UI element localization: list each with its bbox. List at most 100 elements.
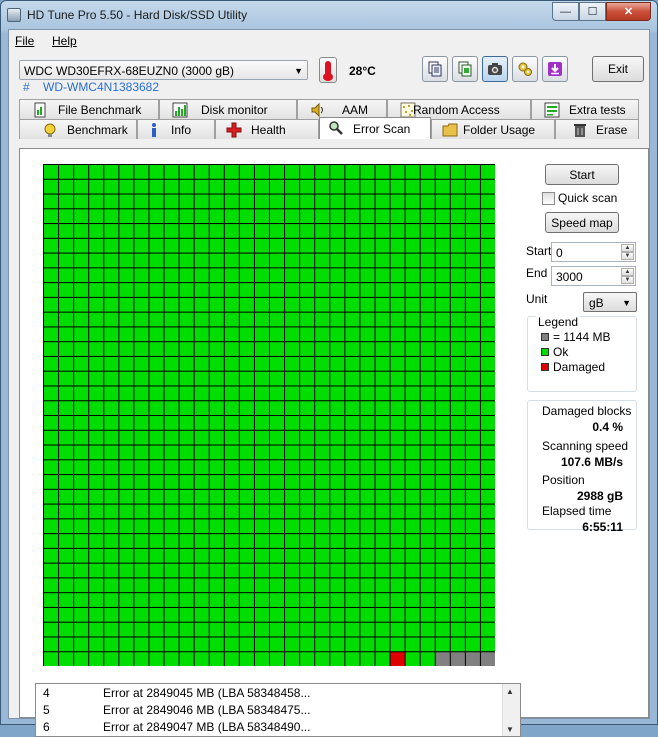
tab-folder-usage[interactable]: Folder Usage bbox=[431, 119, 555, 139]
spin-down-icon[interactable]: ▼ bbox=[621, 276, 634, 284]
block-ok bbox=[194, 297, 209, 312]
client-area: File Help WDC WD30EFRX-68EUZN0 (3000 gB)… bbox=[8, 29, 650, 737]
block-ok bbox=[74, 342, 89, 356]
block-ok bbox=[239, 371, 254, 386]
tab-benchmark[interactable]: Benchmark bbox=[19, 119, 137, 139]
exit-button[interactable]: Exit bbox=[592, 56, 644, 82]
quick-scan-checkbox[interactable] bbox=[542, 192, 555, 205]
block-ok bbox=[360, 209, 375, 224]
block-ok bbox=[450, 416, 465, 430]
block-ok bbox=[480, 504, 495, 519]
block-ok bbox=[390, 297, 405, 312]
settings-button[interactable] bbox=[512, 56, 538, 82]
block-ok bbox=[134, 371, 149, 386]
speed-map-button[interactable]: Speed map bbox=[545, 212, 619, 233]
block-ok bbox=[119, 607, 134, 622]
block-ok bbox=[390, 283, 405, 297]
block-ok bbox=[164, 297, 179, 312]
tab-disk-monitor[interactable]: Disk monitor bbox=[159, 99, 297, 119]
menu-help[interactable]: Help bbox=[52, 34, 77, 48]
block-ok bbox=[285, 253, 300, 268]
block-ok bbox=[44, 534, 59, 548]
start-spinbox[interactable]: 0 ▲ ▼ bbox=[551, 242, 636, 262]
block-ok bbox=[209, 165, 224, 179]
block-ok bbox=[179, 194, 194, 209]
block-ok bbox=[224, 342, 239, 356]
block-ok bbox=[194, 283, 209, 297]
block-ok bbox=[390, 194, 405, 209]
spin-up-icon[interactable]: ▲ bbox=[621, 244, 634, 252]
scroll-down-icon[interactable]: ▼ bbox=[506, 725, 514, 734]
block-ok bbox=[360, 622, 375, 637]
block-ok bbox=[420, 327, 435, 342]
spin-up-icon[interactable]: ▲ bbox=[621, 268, 634, 276]
block-ok bbox=[405, 179, 420, 194]
drive-select[interactable]: WDC WD30EFRX-68EUZN0 (3000 gB) ▼ bbox=[19, 60, 308, 80]
tab-erase[interactable]: Erase bbox=[555, 119, 639, 139]
maximize-button[interactable]: ☐ bbox=[579, 2, 606, 21]
tab-info[interactable]: Info bbox=[137, 119, 215, 139]
block-ok bbox=[480, 165, 495, 179]
block-ok bbox=[209, 519, 224, 534]
save-download-button[interactable] bbox=[542, 56, 568, 82]
block-ok bbox=[435, 238, 450, 253]
copy-info-button[interactable] bbox=[422, 56, 448, 82]
settings-icon bbox=[518, 62, 532, 76]
tab-health[interactable]: Health bbox=[215, 119, 319, 139]
block-ok bbox=[330, 475, 345, 489]
scroll-up-icon[interactable]: ▲ bbox=[506, 687, 514, 696]
block-ok bbox=[89, 504, 104, 519]
menu-file[interactable]: File bbox=[15, 34, 34, 48]
log-row[interactable]: 4 Error at 2849045 MB (LBA 58348458... bbox=[36, 684, 506, 701]
block-ok bbox=[224, 534, 239, 548]
block-ok bbox=[285, 519, 300, 534]
block-ok bbox=[254, 224, 269, 238]
tab-aam[interactable]: AAM bbox=[297, 99, 387, 119]
block-ok bbox=[330, 593, 345, 607]
block-ok bbox=[390, 637, 405, 652]
log-scrollbar[interactable]: ▲ ▼ bbox=[502, 684, 520, 736]
tab-file-benchmark[interactable]: File Benchmark bbox=[19, 99, 159, 119]
block-ok bbox=[345, 593, 360, 607]
block-ok bbox=[315, 578, 330, 593]
block-ok bbox=[89, 342, 104, 356]
block-ok bbox=[149, 548, 164, 563]
block-ok bbox=[104, 209, 119, 224]
block-ok bbox=[405, 327, 420, 342]
end-spinbox[interactable]: 3000 ▲ ▼ bbox=[551, 266, 636, 286]
block-ok bbox=[285, 342, 300, 356]
block-ok bbox=[134, 578, 149, 593]
block-ok bbox=[134, 652, 149, 666]
block-ok bbox=[164, 622, 179, 637]
block-ok bbox=[149, 475, 164, 489]
speaker-icon bbox=[311, 102, 323, 118]
log-row[interactable]: 6 Error at 2849047 MB (LBA 58348490... bbox=[36, 718, 506, 735]
copy-text-button[interactable] bbox=[452, 56, 478, 82]
block-ok bbox=[149, 637, 164, 652]
block-ok bbox=[224, 179, 239, 194]
block-ok bbox=[405, 194, 420, 209]
block-ok bbox=[179, 519, 194, 534]
start-scan-button[interactable]: Start bbox=[545, 164, 619, 185]
block-ok bbox=[450, 401, 465, 415]
block-ok bbox=[330, 312, 345, 327]
title-bar[interactable]: HD Tune Pro 5.50 - Hard Disk/SSD Utility… bbox=[1, 1, 657, 29]
close-button[interactable]: ✕ bbox=[606, 2, 651, 21]
block-ok bbox=[285, 401, 300, 415]
tab-extra-tests[interactable]: Extra tests bbox=[531, 99, 639, 119]
minimize-button[interactable]: — bbox=[552, 2, 579, 21]
log-row[interactable]: 5 Error at 2849046 MB (LBA 58348475... bbox=[36, 701, 506, 718]
block-ok bbox=[59, 637, 74, 652]
block-ok bbox=[239, 504, 254, 519]
tab-random-access[interactable]: Random Access bbox=[387, 99, 531, 119]
error-log-list[interactable]: 4 Error at 2849045 MB (LBA 58348458... 5… bbox=[35, 683, 521, 737]
tab-error-scan[interactable]: Error Scan bbox=[319, 117, 431, 139]
spin-down-icon[interactable]: ▼ bbox=[621, 252, 634, 260]
block-ok bbox=[420, 430, 435, 445]
block-ok bbox=[285, 327, 300, 342]
block-ok bbox=[345, 430, 360, 445]
block-ok bbox=[405, 430, 420, 445]
block-ok bbox=[134, 593, 149, 607]
unit-select[interactable]: gB ▼ bbox=[583, 292, 637, 312]
screenshot-button[interactable] bbox=[482, 56, 508, 82]
